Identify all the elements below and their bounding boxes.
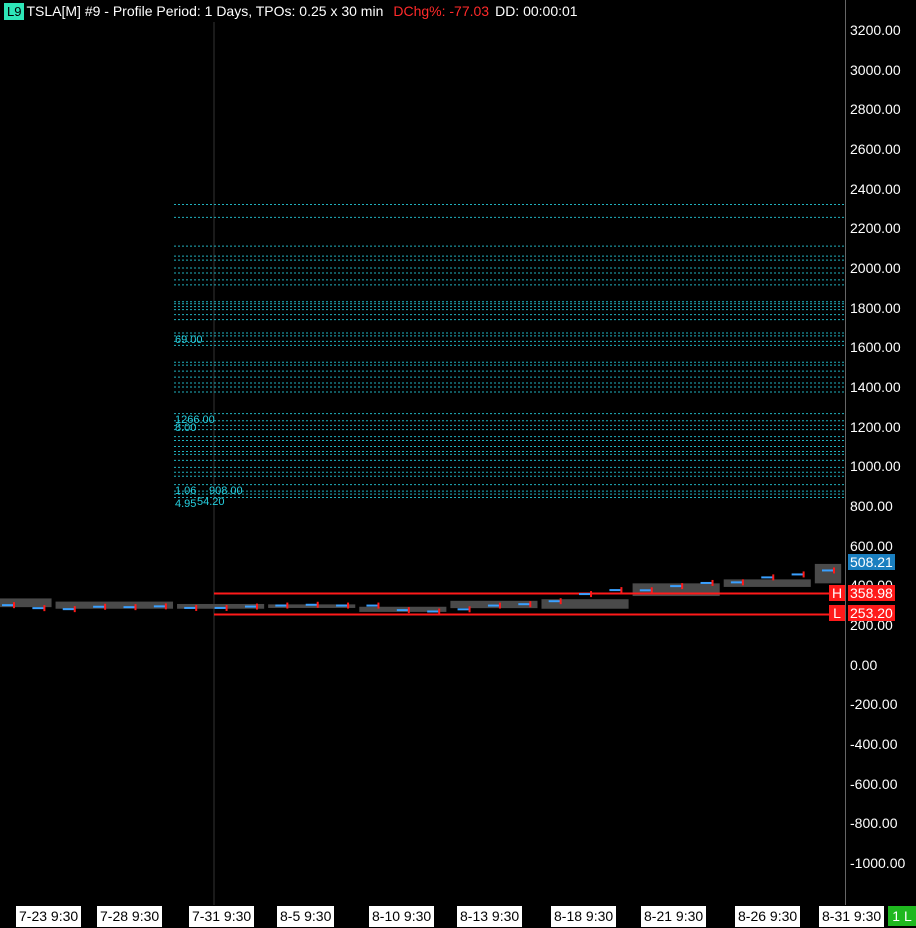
price-axis-tick: 1200.00 <box>850 418 901 435</box>
time-axis-label: 8-21 9:30 <box>640 905 708 928</box>
price-axis-tick: -400.00 <box>850 736 898 752</box>
chart-header: L9 TSLA[M] #9 - Profile Period: 1 Days, … <box>0 0 578 22</box>
price-axis-tick: 0.00 <box>850 656 878 673</box>
high-marker: H <box>829 585 845 601</box>
price-axis-tick: 2600.00 <box>850 141 901 157</box>
time-axis-label: 7-23 9:30 <box>15 905 83 928</box>
price-axis-tick: -600.00 <box>850 775 898 792</box>
price-axis-tick: -200.00 <box>850 696 898 713</box>
value-area-box <box>814 563 842 584</box>
high-price-tag: 358.98 <box>848 585 895 601</box>
price-axis-tick: 3000.00 <box>850 61 901 78</box>
time-axis-label: 8-26 9:30 <box>734 905 802 928</box>
level-label: 54.20 <box>197 496 225 508</box>
level-label: 8.00 <box>175 422 197 434</box>
price-axis-tick: -1000.00 <box>850 855 906 871</box>
level-label: 1.06 <box>175 485 197 497</box>
time-axis-label: 8-13 9:30 <box>456 905 524 928</box>
time-axis-label: 8-10 9:30 <box>368 905 436 928</box>
price-axis-tick: 600.00 <box>850 537 893 554</box>
price-axis[interactable] <box>845 0 916 905</box>
value-area-box <box>55 601 174 609</box>
time-axis-label: 8-18 9:30 <box>550 905 618 928</box>
price-axis-tick: 1000.00 <box>850 458 901 475</box>
price-axis-tick: 2800.00 <box>850 101 901 118</box>
time-axis-label: 7-31 9:30 <box>188 905 256 928</box>
layout-badge[interactable]: L9 <box>4 2 25 20</box>
time-axis-label: 7-28 9:30 <box>96 905 164 928</box>
price-axis-tick: -800.00 <box>850 815 898 832</box>
chart-title: TSLA[M] #9 - Profile Period: 1 Days, TPO… <box>26 3 384 19</box>
price-axis-tick: 1800.00 <box>850 299 901 316</box>
price-axis-tick: 1600.00 <box>850 339 901 356</box>
price-axis-tick: 3200.00 <box>850 22 901 38</box>
low-marker: L <box>829 605 845 621</box>
daily-change: DChg%: -77.03 <box>393 3 490 19</box>
level-label: 4.95 <box>175 498 197 510</box>
price-axis-tick: 2400.00 <box>850 180 901 197</box>
time-axis-label: 8-31 9:30 <box>818 905 886 928</box>
price-axis-tick: 2200.00 <box>850 220 901 237</box>
low-price-tag: 253.20 <box>848 605 895 621</box>
drawdown-timer: DD: 00:00:01 <box>495 3 578 19</box>
last-price-tag: 508.21 <box>848 554 895 570</box>
level-label: 69.00 <box>175 334 203 346</box>
time-axis-label: 8-5 9:30 <box>276 905 336 928</box>
timeframe-badge[interactable]: 1 L <box>888 906 916 926</box>
price-axis-tick: 800.00 <box>850 498 893 514</box>
price-axis-tick: 2000.00 <box>850 260 901 276</box>
price-chart[interactable] <box>0 0 916 927</box>
price-axis-tick: 1400.00 <box>850 379 901 395</box>
